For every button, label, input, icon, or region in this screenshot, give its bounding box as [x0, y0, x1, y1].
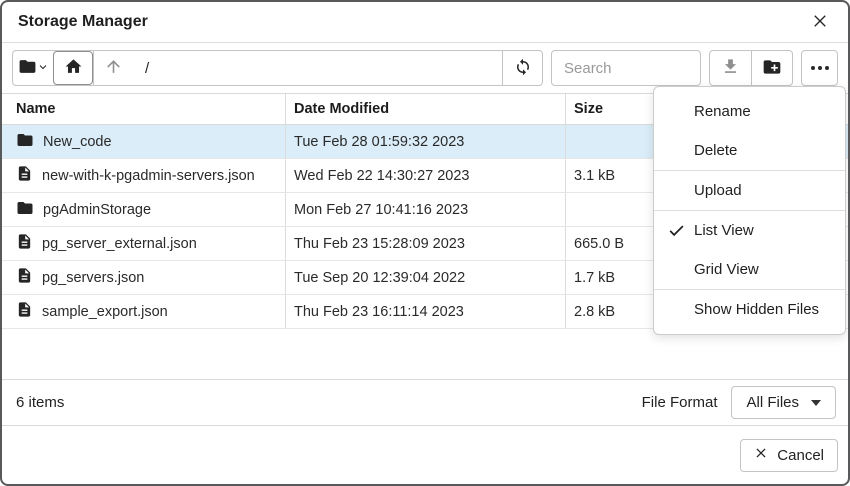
- search-input[interactable]: [551, 50, 701, 86]
- file-icon: [16, 301, 33, 322]
- close-icon: [811, 12, 829, 33]
- cancel-button[interactable]: Cancel: [740, 439, 838, 472]
- file-date: Mon Feb 27 10:41:16 2023: [285, 193, 565, 226]
- menu-item-show-hidden-files[interactable]: Show Hidden Files: [654, 290, 845, 329]
- file-date: Wed Feb 22 14:30:27 2023: [285, 159, 565, 192]
- cancel-x-icon: [754, 446, 768, 464]
- status-bar: 6 items File Format All Files: [2, 379, 848, 426]
- file-name: pg_servers.json: [42, 270, 144, 286]
- file-date: Tue Sep 20 12:39:04 2022: [285, 261, 565, 294]
- file-name: new-with-k-pgadmin-servers.json: [42, 168, 255, 184]
- ellipsis-icon: [811, 66, 815, 70]
- menu-item-label: Delete: [694, 142, 737, 159]
- home-icon: [64, 57, 83, 79]
- column-header-date-modified[interactable]: Date Modified: [285, 94, 565, 124]
- menu-item-label: List View: [694, 222, 754, 239]
- download-icon: [721, 57, 740, 79]
- dialog-footer: Cancel: [2, 426, 848, 484]
- file-format-select[interactable]: All Files: [731, 386, 836, 419]
- cancel-label: Cancel: [777, 447, 824, 464]
- menu-item-delete[interactable]: Delete: [654, 131, 845, 170]
- items-count: 6 items: [16, 394, 64, 411]
- menu-item-label: Upload: [694, 182, 742, 199]
- menu-item-upload[interactable]: Upload: [654, 171, 845, 210]
- storage-manager-dialog: Storage Manager: [0, 0, 850, 486]
- file-name: New_code: [43, 134, 112, 150]
- download-button[interactable]: [710, 51, 751, 85]
- refresh-button[interactable]: [502, 51, 542, 85]
- chevron-down-icon: [37, 61, 49, 76]
- menu-item-label: Rename: [694, 103, 751, 120]
- path-button-group: [12, 50, 543, 86]
- menu-item-label: Show Hidden Files: [694, 301, 819, 318]
- file-icon: [16, 165, 33, 186]
- more-options-button[interactable]: [801, 50, 838, 86]
- column-header-name[interactable]: Name: [2, 94, 285, 124]
- file-date: Tue Feb 28 01:59:32 2023: [285, 125, 565, 158]
- file-icon: [16, 267, 33, 288]
- file-name: sample_export.json: [42, 304, 168, 320]
- close-button[interactable]: [808, 10, 832, 34]
- storage-select-button[interactable]: [13, 51, 53, 85]
- file-date: Thu Feb 23 15:28:09 2023: [285, 227, 565, 260]
- folder-icon: [16, 131, 34, 153]
- file-format-value: All Files: [746, 394, 799, 411]
- path-input[interactable]: [133, 51, 502, 85]
- folder-icon: [18, 57, 37, 79]
- file-format-label: File Format: [642, 394, 718, 411]
- home-button[interactable]: [53, 51, 93, 85]
- options-menu: Rename Delete Upload List View Grid View…: [653, 86, 846, 335]
- menu-item-rename[interactable]: Rename: [654, 92, 845, 131]
- caret-down-icon: [811, 400, 821, 406]
- menu-item-grid-view[interactable]: Grid View: [654, 250, 845, 289]
- refresh-icon: [514, 58, 532, 79]
- arrow-up-icon: [104, 57, 123, 79]
- file-name: pgAdminStorage: [43, 202, 151, 218]
- parent-folder-button[interactable]: [93, 51, 133, 85]
- new-folder-icon: [762, 57, 782, 80]
- file-action-group: [709, 50, 793, 86]
- new-folder-button[interactable]: [751, 51, 792, 85]
- dialog-title: Storage Manager: [18, 13, 148, 31]
- file-icon: [16, 233, 33, 254]
- file-name: pg_server_external.json: [42, 236, 197, 252]
- title-bar: Storage Manager: [2, 2, 848, 43]
- menu-item-label: Grid View: [694, 261, 759, 278]
- menu-item-list-view[interactable]: List View: [654, 211, 845, 250]
- file-date: Thu Feb 23 16:11:14 2023: [285, 295, 565, 328]
- empty-area: [2, 329, 848, 379]
- folder-icon: [16, 199, 34, 221]
- check-icon: [667, 221, 686, 244]
